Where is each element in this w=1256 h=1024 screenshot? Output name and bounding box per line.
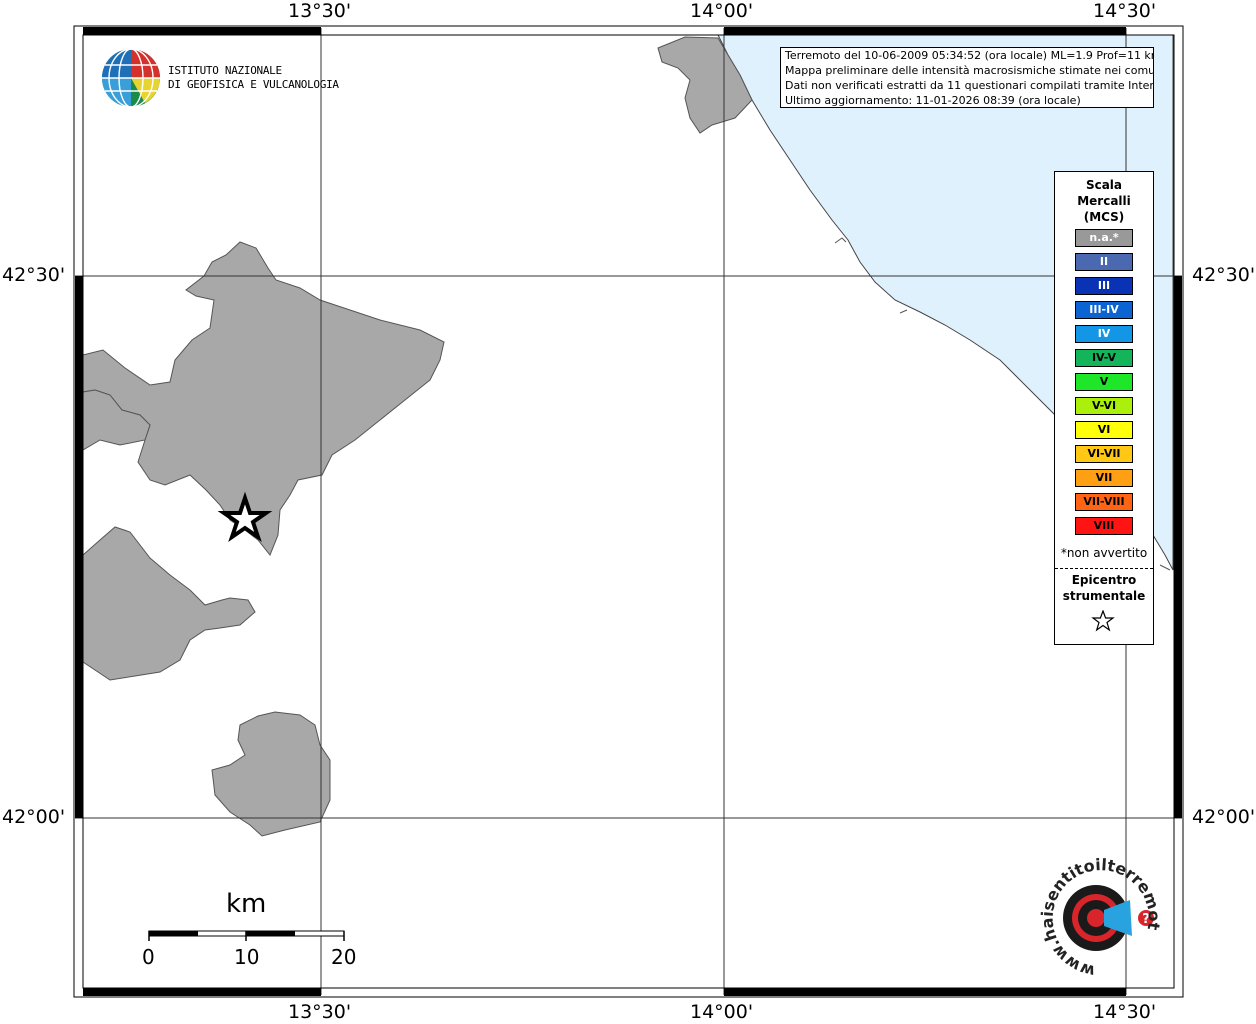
legend-star-icon	[1091, 610, 1115, 632]
legend-swatch: n.a.*	[1075, 229, 1133, 247]
frame-band	[724, 27, 1126, 35]
legend-title: Scala Mercalli (MCS)	[1077, 178, 1131, 224]
coord-left-1: 42°30'	[2, 264, 66, 286]
legend-swatch: VII-VIII	[1075, 493, 1133, 511]
legend-swatch: V-VI	[1075, 397, 1133, 415]
coord-top-2: 14°00'	[690, 0, 754, 22]
coast-feature	[1159, 564, 1171, 571]
coast-feature	[834, 237, 847, 244]
municipality-southwest	[82, 526, 256, 681]
legend-divider	[1055, 568, 1153, 569]
legend-swatch: V	[1075, 373, 1133, 391]
mcs-legend: Scala Mercalli (MCS) n.a.* II III III-IV IV I…	[1054, 171, 1154, 645]
scale-label: 0	[142, 945, 155, 969]
legend-swatch: VI-VII	[1075, 445, 1133, 463]
legend-epicenter-label: Epicentro strumentale	[1062, 573, 1146, 603]
coord-top-3: 14°30'	[1093, 0, 1157, 22]
scale-unit: km	[226, 889, 267, 919]
legend-swatch: III-IV	[1075, 301, 1133, 319]
event-info-line: Ultimo aggiornamento: 11-01-2026 08:39 (…	[785, 94, 1081, 107]
legend-swatch: II	[1075, 253, 1133, 271]
legend-swatch: IV	[1075, 325, 1133, 343]
scale-label: 20	[331, 945, 357, 969]
event-info-line: Mappa preliminare delle intensità macros…	[785, 64, 1154, 77]
event-info-box: Terremoto del 10-06-2009 05:34:52 (ora l…	[780, 47, 1154, 108]
coord-right-1: 42°30'	[1192, 264, 1256, 286]
event-info-line: Dati non verificati estratti da 11 quest…	[785, 79, 1154, 92]
coast-feature	[899, 309, 908, 314]
frame-band	[83, 27, 321, 35]
ingv-globe-icon	[102, 48, 160, 108]
ingv-name: ISTITUTO NAZIONALE DI GEOFISICA E VULCAN…	[168, 64, 339, 91]
legend-swatch: VII	[1075, 469, 1133, 487]
hsit-logo-icon: ? www.haisentitoilterremoto.it	[1034, 858, 1164, 976]
legend-swatch: VI	[1075, 421, 1133, 439]
event-info-line: Terremoto del 10-06-2009 05:34:52 (ora l…	[785, 49, 1154, 62]
scale-label: 10	[234, 945, 260, 969]
municipality-south	[211, 711, 331, 837]
coord-bottom-2: 14°00'	[690, 1001, 754, 1023]
municipality-main	[82, 241, 445, 556]
coord-bottom-3: 14°30'	[1093, 1001, 1157, 1023]
legend-swatch: III	[1075, 277, 1133, 295]
frame-band	[75, 276, 83, 818]
coord-left-2: 42°00'	[2, 806, 66, 828]
legend-swatch: VIII	[1075, 517, 1133, 535]
frame-band	[1174, 276, 1182, 818]
coord-right-2: 42°00'	[1192, 806, 1256, 828]
legend-note: *non avvertito	[1060, 546, 1148, 560]
scale-bar	[148, 930, 345, 941]
frame-band	[83, 988, 321, 996]
legend-swatch: IV-V	[1075, 349, 1133, 367]
coord-top-1: 13°30'	[288, 0, 352, 22]
coord-bottom-1: 13°30'	[288, 1001, 352, 1023]
frame-band	[724, 988, 1126, 996]
